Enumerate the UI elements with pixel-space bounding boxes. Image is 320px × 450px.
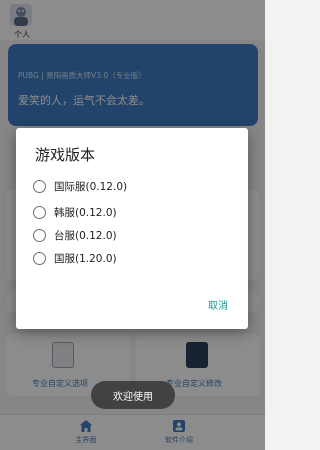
- cancel-button[interactable]: 取消: [208, 297, 228, 312]
- option-china[interactable]: 国服(1.20.0): [31, 247, 231, 269]
- radio-unchecked-icon[interactable]: [33, 228, 46, 242]
- option-international[interactable]: 国际服(0.12.0): [31, 175, 231, 197]
- option-label: 国服(1.20.0): [54, 252, 117, 265]
- toast-text: 欢迎使用: [113, 391, 153, 403]
- radio-unchecked-icon[interactable]: [33, 205, 46, 219]
- option-label: 韩服(0.12.0): [54, 206, 117, 219]
- radio-unchecked-icon[interactable]: [33, 179, 46, 193]
- dialog-title: 游戏版本: [35, 146, 96, 164]
- option-label: 台服(0.12.0): [54, 229, 117, 242]
- toast: 欢迎使用: [91, 381, 175, 409]
- radio-unchecked-icon[interactable]: [33, 251, 46, 265]
- option-korea[interactable]: 韩服(0.12.0): [31, 201, 231, 223]
- option-taiwan[interactable]: 台服(0.12.0): [31, 224, 231, 246]
- option-label: 国际服(0.12.0): [54, 180, 128, 193]
- game-version-dialog: 游戏版本 国际服(0.12.0) 韩服(0.12.0) 台服(0.12.0) 国…: [16, 128, 248, 329]
